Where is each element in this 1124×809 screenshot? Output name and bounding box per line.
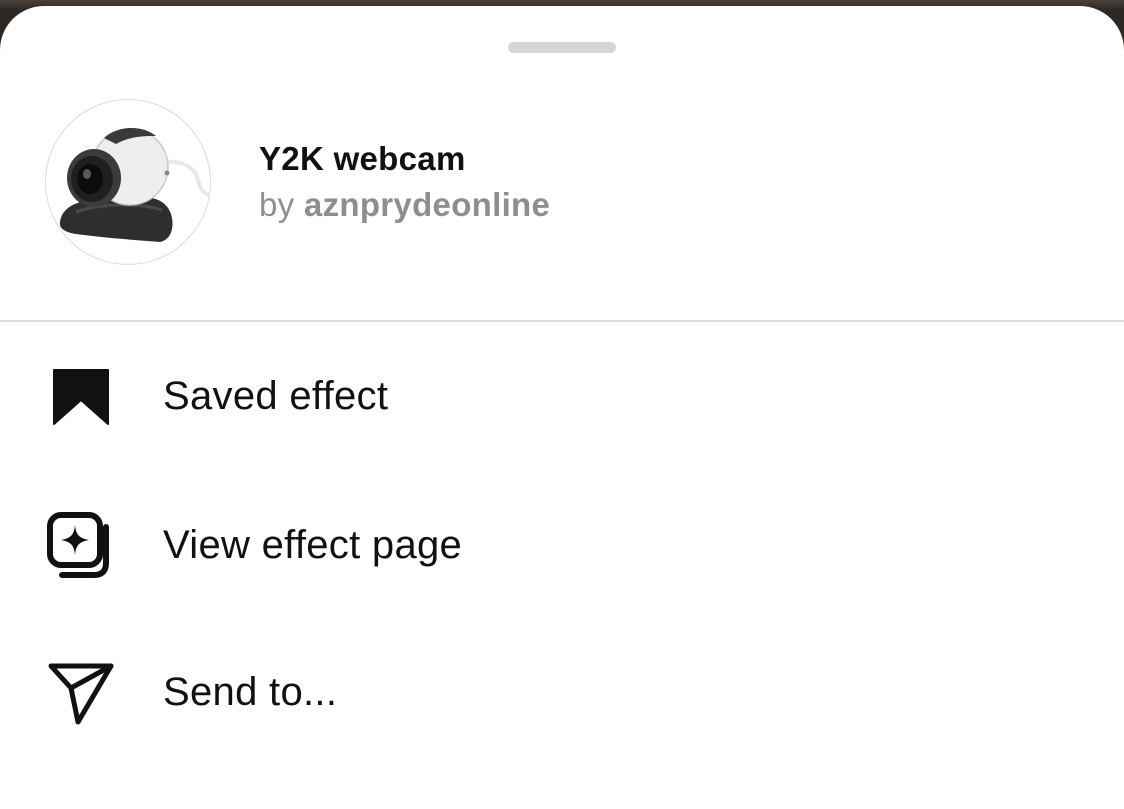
- webcam-thumbnail-icon: [59, 127, 210, 242]
- saved-effect-label: Saved effect: [163, 374, 389, 418]
- paper-plane-icon: [48, 663, 114, 725]
- effect-name: Y2K webcam: [259, 140, 466, 177]
- bookmark-filled-icon: [53, 369, 109, 425]
- view-effect-page-label: View effect page: [163, 523, 463, 567]
- effect-header: Y2K webcam by aznprydeonline: [0, 6, 1124, 321]
- effect-byline: by aznprydeonline: [259, 186, 550, 224]
- view-effect-page-button[interactable]: View effect page: [0, 471, 1124, 611]
- send-to-label: Send to...: [163, 670, 338, 714]
- byline-prefix: by: [259, 186, 295, 223]
- send-to-button[interactable]: Send to...: [0, 618, 1124, 758]
- saved-effect-button[interactable]: Saved effect: [0, 324, 1124, 464]
- effect-page-icon: [47, 512, 109, 578]
- effect-author-link[interactable]: aznprydeonline: [304, 186, 550, 223]
- header-divider: [0, 320, 1124, 322]
- effect-thumbnail[interactable]: [45, 99, 211, 265]
- bottom-sheet: Y2K webcam by aznprydeonline Saved effec…: [0, 6, 1124, 809]
